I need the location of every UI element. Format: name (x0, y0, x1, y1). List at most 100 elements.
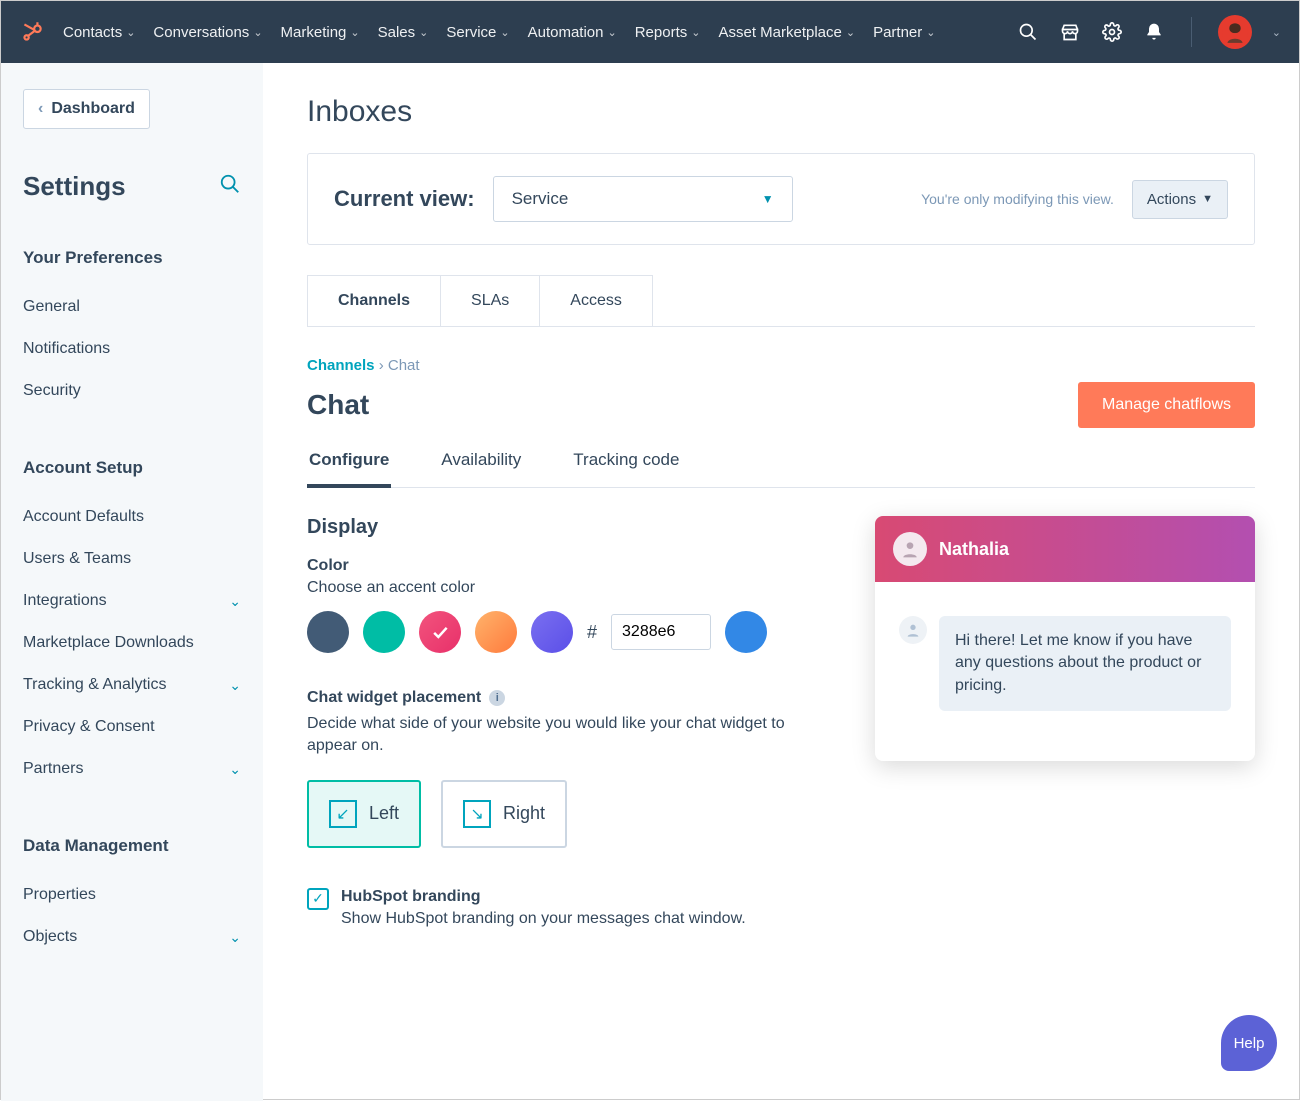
user-avatar[interactable] (1218, 15, 1252, 49)
nav-label: Sales (378, 24, 416, 41)
chevron-down-icon: ⌄ (500, 26, 509, 39)
color-swatch[interactable] (307, 611, 349, 653)
subtab-label: Configure (309, 450, 389, 469)
sidebar-item[interactable]: Notifications (23, 328, 241, 370)
chevron-down-icon[interactable]: ⌄ (1272, 26, 1281, 39)
breadcrumb-sep: › (379, 357, 388, 374)
custom-color-swatch[interactable] (725, 611, 767, 653)
hex-input[interactable] (611, 614, 711, 650)
subtab-label: Tracking code (573, 450, 679, 469)
chevron-down-icon: ⌄ (229, 929, 241, 946)
nav-reports[interactable]: Reports⌄ (635, 24, 701, 41)
tab-slas[interactable]: SLAs (440, 275, 540, 326)
message-avatar (899, 616, 927, 644)
chevron-down-icon: ⌄ (229, 593, 241, 610)
chevron-down-icon: ⌄ (419, 26, 428, 39)
nav-label: Automation (528, 24, 604, 41)
nav-items: Contacts⌄ Conversations⌄ Marketing⌄ Sale… (63, 24, 1017, 41)
subtab-tracking-code[interactable]: Tracking code (571, 450, 681, 488)
sidebar-item[interactable]: Users & Teams (23, 538, 241, 580)
sidebar-item[interactable]: Partners⌄ (23, 748, 241, 790)
hubspot-logo[interactable] (19, 19, 45, 45)
nav-label: Reports (635, 24, 688, 41)
sidebar-item[interactable]: General (23, 286, 241, 328)
placement-label-right: Right (503, 803, 545, 824)
sidebar-item[interactable]: Marketplace Downloads (23, 622, 241, 664)
chevron-down-icon: ⌄ (253, 26, 262, 39)
sidebar-item[interactable]: Account Defaults (23, 496, 241, 538)
current-view-label: Current view: (334, 186, 475, 212)
sidebar-item-label: Objects (23, 928, 77, 946)
help-button[interactable]: Help (1221, 1015, 1277, 1071)
color-swatches: # (307, 611, 835, 653)
bell-icon[interactable] (1143, 21, 1165, 43)
breadcrumb-root[interactable]: Channels (307, 357, 375, 374)
nav-right: ⌄ (1017, 15, 1281, 49)
chevron-down-icon: ⌄ (350, 26, 359, 39)
color-swatch[interactable] (531, 611, 573, 653)
color-swatch[interactable] (419, 611, 461, 653)
back-to-dashboard-button[interactable]: ‹ Dashboard (23, 89, 150, 129)
nav-sales[interactable]: Sales⌄ (378, 24, 429, 41)
sidebar-item[interactable]: Integrations⌄ (23, 580, 241, 622)
color-swatch[interactable] (475, 611, 517, 653)
chevron-left-icon: ‹ (38, 100, 43, 118)
nav-label: Service (446, 24, 496, 41)
chevron-down-icon: ⌄ (126, 26, 135, 39)
subtab-label: Availability (441, 450, 521, 469)
tab-label: SLAs (471, 292, 509, 309)
marketplace-icon[interactable] (1059, 21, 1081, 43)
info-icon[interactable]: i (489, 690, 505, 706)
nav-asset-marketplace[interactable]: Asset Marketplace⌄ (718, 24, 855, 41)
manage-chatflows-button[interactable]: Manage chatflows (1078, 382, 1255, 428)
nav-automation[interactable]: Automation⌄ (528, 24, 617, 41)
sidebar-section-header: Account Setup (23, 458, 241, 478)
nav-conversations[interactable]: Conversations⌄ (153, 24, 262, 41)
sidebar-item[interactable]: Objects ⌄ (23, 916, 241, 958)
placement-label-left: Left (369, 803, 399, 824)
sidebar-item[interactable]: Tracking & Analytics⌄ (23, 664, 241, 706)
gear-icon[interactable] (1101, 21, 1123, 43)
search-icon[interactable] (1017, 21, 1039, 43)
sidebar-item[interactable]: Security (23, 370, 241, 412)
sidebar-item-label: Privacy & Consent (23, 718, 155, 736)
caret-down-icon: ▼ (762, 192, 774, 206)
sidebar-item[interactable]: Properties (23, 874, 241, 916)
nav-partner[interactable]: Partner⌄ (873, 24, 935, 41)
help-label: Help (1234, 1035, 1265, 1052)
color-swatch[interactable] (363, 611, 405, 653)
settings-sidebar: ‹ Dashboard Settings Your PreferencesGen… (1, 63, 263, 1101)
placement-right[interactable]: ↘ Right (441, 780, 567, 848)
sidebar-item[interactable]: Privacy & Consent (23, 706, 241, 748)
chevron-down-icon: ⌄ (926, 26, 935, 39)
current-view-select[interactable]: Service ▼ (493, 176, 793, 222)
sidebar-section-header: Your Preferences (23, 248, 241, 268)
sidebar-item-label: Marketplace Downloads (23, 634, 194, 652)
sidebar-item-label: Security (23, 382, 81, 400)
nav-marketing[interactable]: Marketing⌄ (281, 24, 360, 41)
preview-message: Hi there! Let me know if you have any qu… (939, 616, 1231, 711)
select-value: Service (512, 189, 569, 209)
branding-checkbox[interactable]: ✓ (307, 888, 329, 910)
main-content: Inboxes Current view: Service ▼ You're o… (263, 63, 1299, 1101)
hex-hash: # (587, 622, 597, 643)
search-settings-icon[interactable] (219, 173, 241, 200)
tab-channels[interactable]: Channels (307, 275, 441, 326)
chevron-down-icon: ⌄ (846, 26, 855, 39)
actions-button[interactable]: Actions ▼ (1132, 180, 1228, 219)
sidebar-item-label: Users & Teams (23, 550, 131, 568)
placement-left[interactable]: ↙ Left (307, 780, 421, 848)
nav-service[interactable]: Service ⌄ (446, 24, 509, 41)
arrow-down-left-icon: ↙ (329, 800, 357, 828)
preview-header: Nathalia (875, 516, 1255, 582)
sidebar-item-label: Notifications (23, 340, 110, 358)
chevron-down-icon: ⌄ (229, 677, 241, 694)
placement-description: Decide what side of your website you wou… (307, 713, 787, 758)
subtab-configure[interactable]: Configure (307, 450, 391, 488)
breadcrumb-leaf: Chat (388, 357, 420, 374)
preview-agent-name: Nathalia (939, 539, 1009, 560)
preview-agent-avatar (893, 532, 927, 566)
tab-access[interactable]: Access (539, 275, 653, 326)
nav-contacts[interactable]: Contacts⌄ (63, 24, 135, 41)
subtab-availability[interactable]: Availability (439, 450, 523, 488)
